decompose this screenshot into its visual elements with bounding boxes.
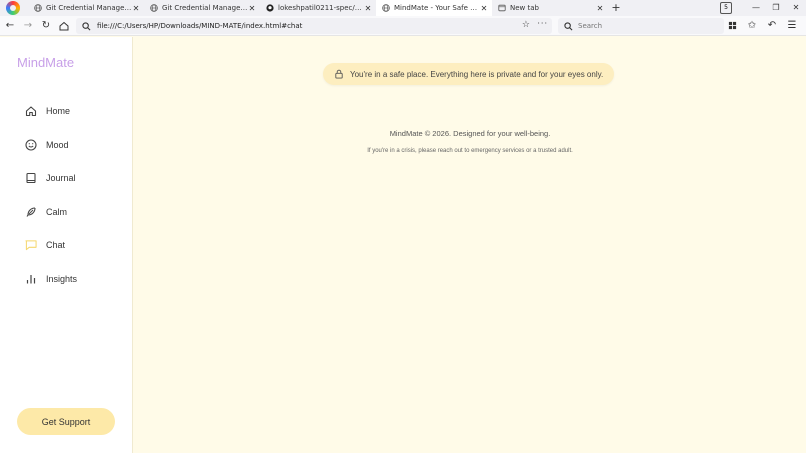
sidebar-item-label: Home: [46, 106, 71, 116]
tab-git-credential-1[interactable]: Git Credential Manager - Auth ✕: [28, 0, 144, 16]
search-icon: [82, 21, 91, 30]
url-bar[interactable]: file:///C:/Users/HP/Downloads/MIND-MATE/…: [76, 18, 552, 34]
favorites-icon[interactable]: ✩: [744, 18, 760, 34]
browser-logo-icon[interactable]: [6, 1, 20, 15]
tab-title: New tab: [510, 4, 539, 12]
minimize-icon[interactable]: —: [746, 0, 766, 16]
sidebar-item-insights[interactable]: Insights: [25, 271, 77, 287]
more-options-icon[interactable]: ···: [537, 19, 548, 28]
restore-icon[interactable]: ❐: [766, 0, 786, 16]
footer-copyright: MindMate © 2026. Designed for your well-…: [389, 129, 551, 138]
home-icon: [25, 105, 37, 117]
tab-title: Git Credential Manager - Auth: [46, 4, 132, 12]
url-text: file:///C:/Users/HP/Downloads/MIND-MATE/…: [97, 22, 303, 30]
lock-icon: [335, 69, 343, 79]
sidebar-item-chat[interactable]: Chat: [25, 237, 65, 253]
sidebar-item-label: Insights: [46, 274, 78, 284]
close-icon[interactable]: ✕: [364, 4, 372, 13]
tab-github-repo[interactable]: lokeshpatil0211-spec/MindMate ✕: [260, 0, 376, 16]
main-content: You're in a safe place. Everything here …: [134, 37, 806, 453]
search-icon: [564, 21, 573, 30]
sidebar-item-journal[interactable]: Journal: [25, 170, 76, 186]
browser-toolbar: ← → ↻ file:///C:/Users/HP/Downloads/MIND…: [0, 16, 806, 36]
feather-icon: [25, 206, 37, 218]
menu-icon[interactable]: ☰: [784, 18, 800, 34]
privacy-notice-text: You're in a safe place. Everything here …: [350, 69, 604, 79]
tab-bar: Git Credential Manager - Auth ✕ Git Cred…: [0, 0, 806, 16]
book-icon: [25, 172, 37, 184]
right-toolbar: ✩ ↶ ☰: [720, 18, 800, 34]
new-tab-button[interactable]: +: [608, 0, 624, 16]
github-icon: [266, 4, 274, 12]
reload-icon[interactable]: ↻: [38, 18, 54, 34]
tab-git-credential-2[interactable]: Git Credential Manager - Auth ✕: [144, 0, 260, 16]
search-input[interactable]: [578, 22, 718, 30]
tab-title: lokeshpatil0211-spec/MindMate: [278, 4, 364, 12]
tab-new-tab[interactable]: New tab ✕: [492, 0, 608, 16]
footer-crisis-note: If you're in a crisis, please reach out …: [367, 148, 573, 154]
window-controls: 5 — ❐ ✕: [720, 0, 806, 16]
sidebar-item-label: Journal: [46, 173, 76, 183]
brand-logo[interactable]: MindMate: [17, 55, 74, 70]
tab-title: MindMate - Your Safe Space: [394, 4, 480, 12]
globe-icon: [382, 4, 390, 12]
tab-mindmate[interactable]: MindMate - Your Safe Space ✕: [376, 0, 492, 16]
sidebar-item-label: Calm: [46, 207, 68, 217]
sidebar-item-label: Mood: [46, 140, 69, 150]
undo-icon[interactable]: ↶: [764, 18, 780, 34]
smile-icon: [25, 139, 37, 151]
home-button-icon[interactable]: [56, 18, 72, 34]
forward-icon[interactable]: →: [20, 18, 36, 34]
tab-list-icon[interactable]: 5: [720, 2, 732, 14]
globe-icon: [150, 4, 158, 12]
bar-chart-icon: [25, 273, 37, 285]
tab-title: Git Credential Manager - Auth: [162, 4, 248, 12]
sidebar-item-calm[interactable]: Calm: [25, 204, 67, 220]
extensions-grid-icon[interactable]: [724, 18, 740, 34]
sidebar-item-home[interactable]: Home: [25, 103, 70, 119]
close-icon[interactable]: ✕: [596, 4, 604, 13]
close-window-icon[interactable]: ✕: [786, 0, 806, 16]
globe-icon: [34, 4, 42, 12]
get-support-button[interactable]: Get Support: [17, 408, 115, 435]
mindmate-app: MindMate Home Mood Journal Calm Chat Ins…: [0, 37, 806, 453]
newtab-icon: [498, 4, 506, 12]
sidebar-item-mood[interactable]: Mood: [25, 137, 69, 153]
privacy-notice: You're in a safe place. Everything here …: [323, 63, 614, 85]
chat-bubble-icon: [25, 239, 37, 251]
search-bar[interactable]: [558, 18, 724, 34]
sidebar: MindMate Home Mood Journal Calm Chat Ins…: [0, 37, 133, 453]
back-icon[interactable]: ←: [2, 18, 18, 34]
bookmark-star-icon[interactable]: ☆: [522, 20, 530, 30]
close-icon[interactable]: ✕: [480, 4, 488, 13]
close-icon[interactable]: ✕: [248, 4, 256, 13]
sidebar-item-label: Chat: [46, 240, 66, 250]
close-icon[interactable]: ✕: [132, 4, 140, 13]
